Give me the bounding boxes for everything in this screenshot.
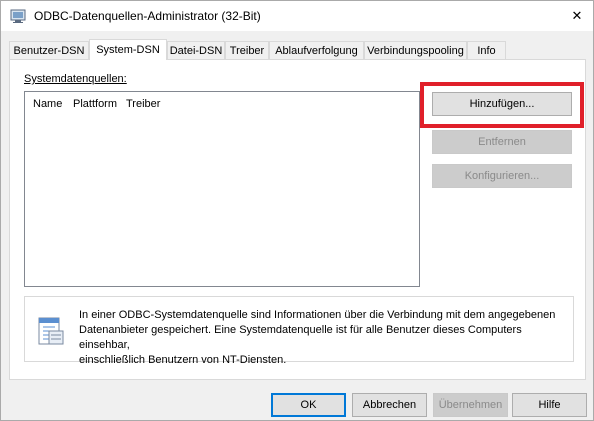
odbc-dialog-window: ODBC-Datenquellen-Administrator (32-Bit)… bbox=[0, 0, 594, 421]
title-bar[interactable]: ODBC-Datenquellen-Administrator (32-Bit)… bbox=[1, 1, 593, 31]
system-dsn-panel: Systemdatenquellen: Name Plattform Treib… bbox=[9, 59, 586, 380]
remove-button[interactable]: Entfernen bbox=[432, 130, 572, 154]
close-button[interactable]: ✕ bbox=[561, 1, 593, 31]
tab-verbindungspooling[interactable]: Verbindungspooling bbox=[364, 41, 467, 59]
tab-datei-dsn[interactable]: Datei-DSN bbox=[167, 41, 225, 59]
column-header-name[interactable]: Name bbox=[33, 98, 62, 110]
column-header-driver[interactable]: Treiber bbox=[126, 98, 160, 110]
cancel-button[interactable]: Abbrechen bbox=[352, 393, 427, 417]
close-icon: ✕ bbox=[571, 8, 583, 23]
configure-button[interactable]: Konfigurieren... bbox=[432, 164, 572, 188]
tab-info[interactable]: Info bbox=[467, 41, 506, 59]
odbc-app-icon bbox=[10, 8, 26, 24]
database-info-icon bbox=[35, 315, 67, 347]
data-sources-list[interactable]: Name Plattform Treiber bbox=[24, 91, 420, 287]
info-box: In einer ODBC-Systemdatenquelle sind Inf… bbox=[24, 296, 574, 366]
tab-benutzer-dsn[interactable]: Benutzer-DSN bbox=[9, 41, 89, 59]
ok-button[interactable]: OK bbox=[271, 393, 346, 417]
help-button[interactable]: Hilfe bbox=[512, 393, 587, 417]
apply-button[interactable]: Übernehmen bbox=[433, 393, 508, 417]
add-button[interactable]: Hinzufügen... bbox=[432, 92, 572, 116]
column-header-platform[interactable]: Plattform bbox=[73, 98, 117, 110]
window-title: ODBC-Datenquellen-Administrator (32-Bit) bbox=[34, 9, 261, 23]
tab-system-dsn[interactable]: System-DSN bbox=[89, 39, 167, 60]
info-description: In einer ODBC-Systemdatenquelle sind Inf… bbox=[79, 309, 556, 366]
system-data-sources-label: Systemdatenquellen: bbox=[24, 73, 127, 85]
tab-ablaufverfolgung[interactable]: Ablaufverfolgung bbox=[269, 41, 364, 59]
tab-treiber[interactable]: Treiber bbox=[225, 41, 269, 59]
